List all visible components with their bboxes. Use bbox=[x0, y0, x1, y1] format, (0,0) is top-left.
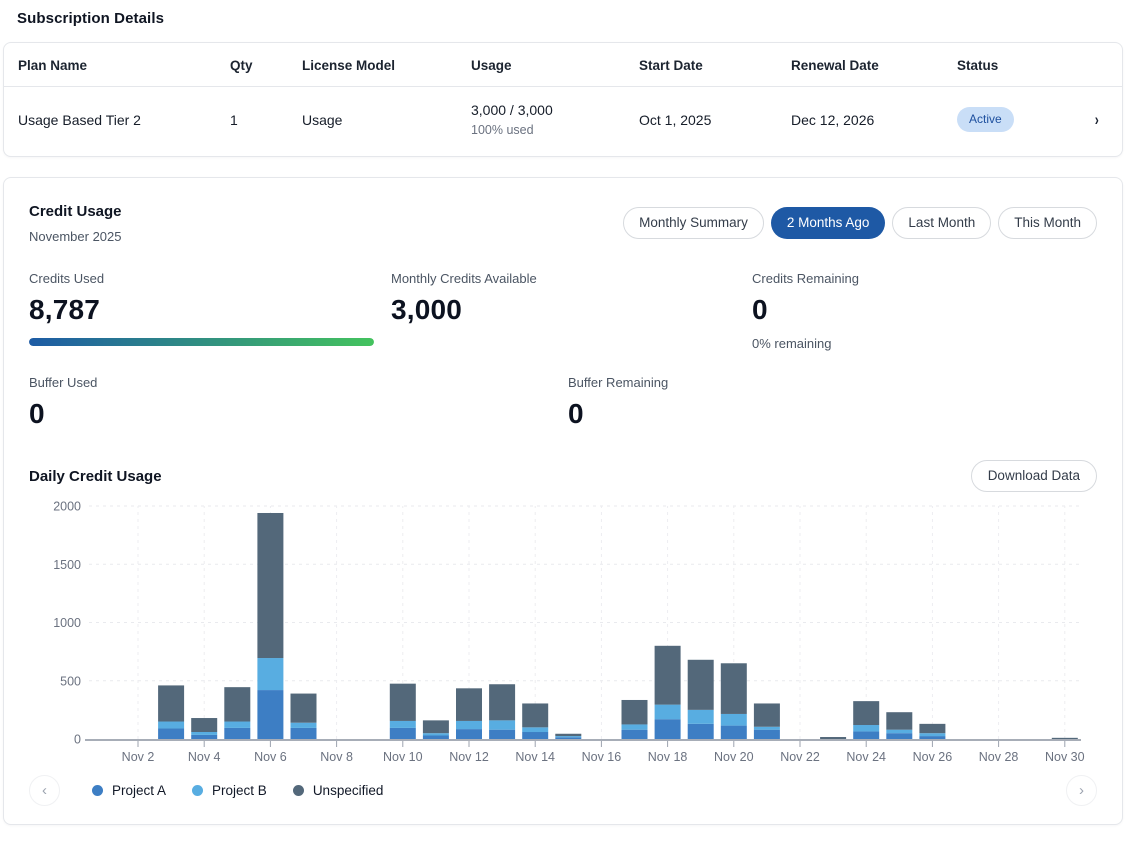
page-title: Subscription Details bbox=[17, 10, 1123, 27]
svg-text:Nov 28: Nov 28 bbox=[979, 750, 1019, 764]
stacked-bar-chart: 0 500 1000 1500 2000 Nov 2 Nov 4 Nov 6 Nov 8 Nov … bbox=[25, 498, 1087, 766]
tab-two-months-ago[interactable]: 2 Months Ago bbox=[771, 207, 886, 239]
legend-label: Project A bbox=[112, 783, 166, 798]
legend-dot-icon bbox=[192, 785, 203, 796]
period-tabs: Monthly Summary 2 Months Ago Last Month … bbox=[623, 207, 1097, 239]
subscription-table-card: Plan Name Qty License Model Usage Start … bbox=[3, 42, 1123, 157]
buffer-remaining-value: 0 bbox=[568, 398, 1097, 430]
credits-progress-bar bbox=[29, 338, 374, 346]
daily-usage-chart: 0 500 1000 1500 2000 Nov 2 Nov 4 Nov 6 Nov 8 Nov … bbox=[25, 498, 1097, 771]
credits-used-value: 8,787 bbox=[29, 294, 391, 326]
start-date-cell: Oct 1, 2025 bbox=[639, 112, 791, 128]
credit-usage-title: Credit Usage bbox=[29, 203, 122, 220]
monthly-credits-available-value: 3,000 bbox=[391, 294, 752, 326]
legend-item-unspecified[interactable]: Unspecified bbox=[293, 783, 384, 798]
renewal-date-cell: Dec 12, 2026 bbox=[791, 112, 957, 128]
svg-text:Nov 20: Nov 20 bbox=[714, 750, 754, 764]
stats-row-1: Credits Used 8,787 Monthly Credits Avail… bbox=[29, 271, 1097, 351]
svg-text:Nov 6: Nov 6 bbox=[254, 750, 287, 764]
credit-usage-month: November 2025 bbox=[29, 229, 122, 244]
table-row[interactable]: Usage Based Tier 2 1 Usage 3,000 / 3,000… bbox=[4, 87, 1122, 156]
svg-text:Nov 30: Nov 30 bbox=[1045, 750, 1085, 764]
chart-legend-row: ‹ Project A Project B Unspecified › bbox=[29, 775, 1097, 806]
status-cell: Active › bbox=[957, 107, 1122, 132]
svg-text:1000: 1000 bbox=[53, 616, 81, 630]
daily-usage-header: Daily Credit Usage Download Data bbox=[29, 460, 1097, 492]
tab-monthly-summary[interactable]: Monthly Summary bbox=[623, 207, 764, 239]
svg-text:Nov 18: Nov 18 bbox=[648, 750, 688, 764]
qty-cell: 1 bbox=[230, 112, 302, 128]
legend-dot-icon bbox=[92, 785, 103, 796]
buffer-used-label: Buffer Used bbox=[29, 375, 568, 390]
usage-percent: 100% used bbox=[471, 123, 639, 137]
column-header-license-model: License Model bbox=[302, 58, 471, 73]
stats-row-2: Buffer Used 0 Buffer Remaining 0 bbox=[29, 375, 1097, 430]
table-header-row: Plan Name Qty License Model Usage Start … bbox=[4, 43, 1122, 87]
subscription-page: Subscription Details Plan Name Qty Licen… bbox=[0, 0, 1126, 825]
chevron-right-icon[interactable]: › bbox=[1095, 110, 1099, 130]
svg-text:500: 500 bbox=[60, 674, 81, 688]
credits-used-label: Credits Used bbox=[29, 271, 391, 286]
usage-cell: 3,000 / 3,000 100% used bbox=[471, 102, 639, 137]
credits-remaining-note: 0% remaining bbox=[752, 336, 1097, 351]
status-badge: Active bbox=[957, 107, 1014, 132]
column-header-status: Status bbox=[957, 58, 1122, 73]
credit-usage-card: Credit Usage November 2025 Monthly Summa… bbox=[3, 177, 1123, 825]
svg-text:Nov 4: Nov 4 bbox=[188, 750, 221, 764]
chart-legend: Project A Project B Unspecified bbox=[92, 783, 1066, 798]
svg-text:Nov 26: Nov 26 bbox=[913, 750, 953, 764]
plan-name-cell: Usage Based Tier 2 bbox=[4, 112, 230, 128]
column-header-plan-name: Plan Name bbox=[4, 58, 230, 73]
svg-text:2000: 2000 bbox=[53, 500, 81, 514]
monthly-credits-available-label: Monthly Credits Available bbox=[391, 271, 752, 286]
tab-this-month[interactable]: This Month bbox=[998, 207, 1097, 239]
daily-usage-title: Daily Credit Usage bbox=[29, 468, 162, 485]
buffer-remaining-label: Buffer Remaining bbox=[568, 375, 1097, 390]
svg-text:Nov 12: Nov 12 bbox=[449, 750, 489, 764]
credits-progress-fill bbox=[29, 338, 374, 346]
svg-text:Nov 16: Nov 16 bbox=[582, 750, 622, 764]
tab-last-month[interactable]: Last Month bbox=[892, 207, 991, 239]
license-model-cell: Usage bbox=[302, 112, 471, 128]
credit-usage-header: Credit Usage November 2025 Monthly Summa… bbox=[29, 203, 1097, 244]
legend-dot-icon bbox=[293, 785, 304, 796]
legend-label: Unspecified bbox=[313, 783, 384, 798]
credits-remaining-label: Credits Remaining bbox=[752, 271, 1097, 286]
svg-text:0: 0 bbox=[74, 733, 81, 747]
chart-next-button[interactable]: › bbox=[1066, 775, 1097, 806]
svg-text:Nov 14: Nov 14 bbox=[515, 750, 555, 764]
svg-text:Nov 8: Nov 8 bbox=[320, 750, 353, 764]
column-header-usage: Usage bbox=[471, 58, 639, 73]
credits-remaining-value: 0 bbox=[752, 294, 1097, 326]
svg-text:1500: 1500 bbox=[53, 558, 81, 572]
legend-label: Project B bbox=[212, 783, 267, 798]
svg-text:Nov 10: Nov 10 bbox=[383, 750, 423, 764]
buffer-used-value: 0 bbox=[29, 398, 568, 430]
column-header-qty: Qty bbox=[230, 58, 302, 73]
column-header-renewal-date: Renewal Date bbox=[791, 58, 957, 73]
download-data-button[interactable]: Download Data bbox=[971, 460, 1097, 492]
svg-text:Nov 24: Nov 24 bbox=[846, 750, 886, 764]
svg-text:Nov 22: Nov 22 bbox=[780, 750, 820, 764]
column-header-start-date: Start Date bbox=[639, 58, 791, 73]
usage-value: 3,000 / 3,000 bbox=[471, 102, 639, 118]
legend-item-project-b[interactable]: Project B bbox=[192, 783, 267, 798]
chart-prev-button[interactable]: ‹ bbox=[29, 775, 60, 806]
svg-text:Nov 2: Nov 2 bbox=[122, 750, 155, 764]
legend-item-project-a[interactable]: Project A bbox=[92, 783, 166, 798]
